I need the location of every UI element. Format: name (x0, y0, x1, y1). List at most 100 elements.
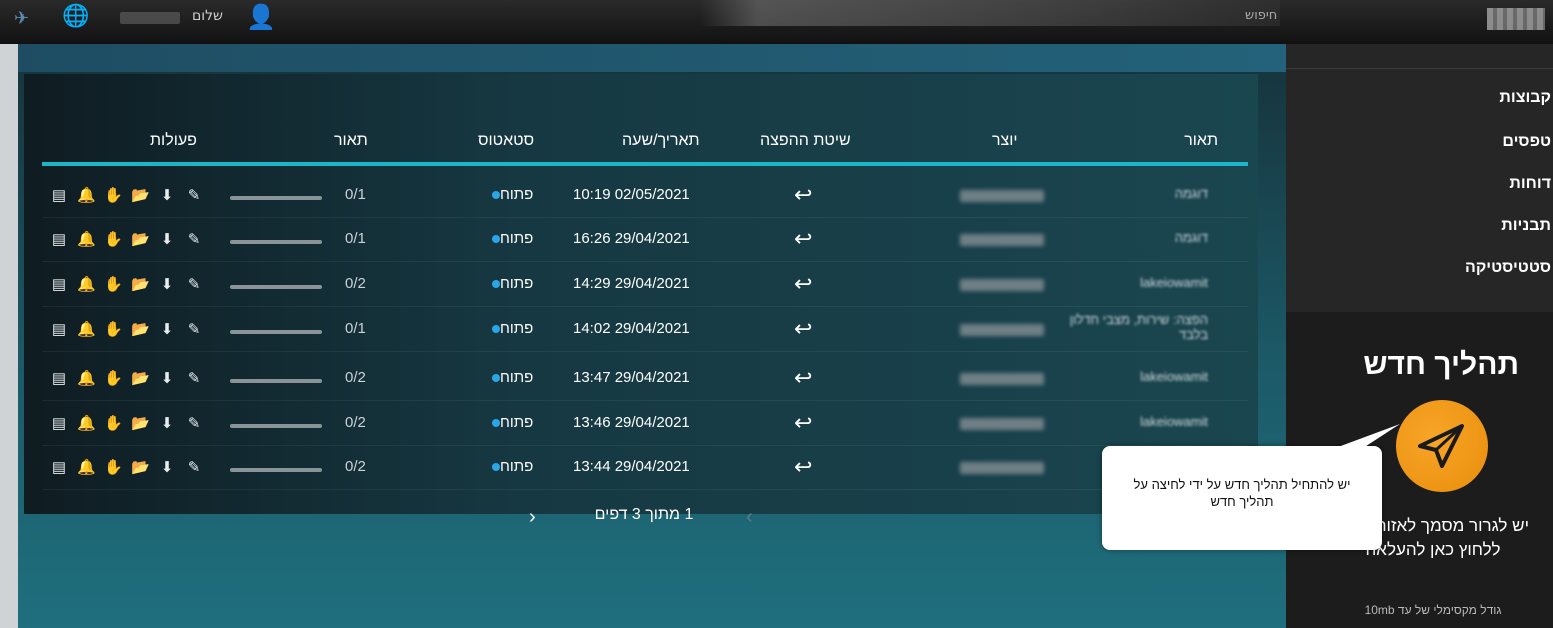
sidebar-item-groups[interactable]: קבוצות (1499, 89, 1551, 107)
hand-icon[interactable]: ✋ (104, 186, 123, 204)
col-header-creator[interactable]: יוצר (992, 132, 1018, 150)
search-area[interactable] (700, 0, 1280, 26)
row-count: 0/2 (345, 369, 366, 386)
row-count: 0/1 (345, 186, 366, 203)
archive-icon[interactable]: ▤ (50, 320, 68, 338)
edit-icon[interactable]: ✎ (185, 320, 203, 338)
reply-arrow-icon: ↩ (794, 226, 813, 251)
row-datetime: 13:46 29/04/2021 (573, 414, 690, 431)
sidebar-item-statistics[interactable]: סטטיסטיקה (1465, 259, 1551, 277)
download-icon[interactable]: ⬇ (158, 369, 176, 387)
col-header-method[interactable]: שיטת ההפצה (760, 132, 851, 150)
edit-icon[interactable]: ✎ (185, 186, 203, 204)
archive-icon[interactable]: ▤ (50, 275, 68, 293)
logo (1487, 8, 1545, 30)
progress-bar (230, 424, 322, 428)
bell-icon[interactable]: 🔔 (77, 186, 96, 204)
folder-icon[interactable]: 📂 (131, 369, 150, 387)
bell-icon[interactable]: 🔔 (77, 414, 96, 432)
row-creator-blurred (960, 190, 1044, 202)
row-status: פתוח (484, 414, 533, 431)
archive-icon[interactable]: ▤ (50, 369, 68, 387)
table-row[interactable]: lakeiowamit ↩ 13:47 29/04/2021 פתוח 0/2 … (42, 357, 1248, 401)
folder-icon[interactable]: 📂 (131, 414, 150, 432)
download-icon[interactable]: ⬇ (158, 275, 176, 293)
col-header-status[interactable]: סטאטוס (478, 132, 534, 150)
progress-bar (230, 285, 322, 289)
status-text: פתוח (500, 414, 534, 431)
download-icon[interactable]: ⬇ (158, 414, 176, 432)
edit-icon[interactable]: ✎ (185, 369, 203, 387)
row-actions: ▤ 🔔 ✋ 📂 ⬇ ✎ (50, 414, 203, 432)
bell-icon[interactable]: 🔔 (77, 275, 96, 293)
bell-icon[interactable]: 🔔 (77, 458, 96, 476)
row-actions: ▤ 🔔 ✋ 📂 ⬇ ✎ (50, 275, 203, 293)
row-actions: ▤ 🔔 ✋ 📂 ⬇ ✎ (50, 230, 203, 248)
table-row[interactable]: הפצה: שירות, מצבי חדלון בלבד ↩ 14:02 29/… (42, 308, 1248, 352)
folder-icon[interactable]: 📂 (131, 320, 150, 338)
archive-icon[interactable]: ▤ (50, 414, 68, 432)
globe-icon[interactable]: 🌐 (62, 4, 89, 29)
progress-bar (230, 196, 322, 200)
folder-icon[interactable]: 📂 (131, 230, 150, 248)
sidebar-item-reports[interactable]: דוחות (1509, 175, 1551, 193)
row-description[interactable]: דוגמה (1058, 230, 1208, 245)
hand-icon[interactable]: ✋ (104, 320, 123, 338)
row-description[interactable]: lakeiowamit (1058, 369, 1208, 384)
folder-icon[interactable]: 📂 (131, 458, 150, 476)
hand-icon[interactable]: ✋ (104, 275, 123, 293)
row-description[interactable]: lakeiowamit (1058, 414, 1208, 429)
bell-icon[interactable]: 🔔 (77, 230, 96, 248)
table-row[interactable]: lakeiowamit ↩ 13:46 29/04/2021 פתוח 0/2 … (42, 402, 1248, 446)
row-description[interactable]: הפצה: שירות, מצבי חדלון בלבד (1058, 312, 1208, 342)
hand-icon[interactable]: ✋ (104, 458, 123, 476)
hand-icon[interactable]: ✋ (104, 414, 123, 432)
col-header-description[interactable]: תאור (1184, 132, 1218, 150)
status-text: פתוח (500, 320, 534, 337)
edit-icon[interactable]: ✎ (185, 414, 203, 432)
hand-icon[interactable]: ✋ (104, 369, 123, 387)
col-header-desc2[interactable]: תאור (334, 132, 368, 150)
edit-icon[interactable]: ✎ (185, 458, 203, 476)
row-description[interactable]: דוגמה (1058, 186, 1208, 201)
username-blurred (120, 12, 180, 24)
download-icon[interactable]: ⬇ (158, 186, 176, 204)
bell-icon[interactable]: 🔔 (77, 369, 96, 387)
row-creator-blurred (960, 234, 1044, 246)
page-info: 1 מתוך 3 דפים (594, 506, 694, 523)
row-count: 0/2 (345, 414, 366, 431)
table-row[interactable]: דוגמה ↩ 10:19 02/05/2021 פתוח 0/1 ▤ 🔔 ✋ 📂 ⬇ ✎ (42, 174, 1248, 218)
progress-bar (230, 468, 322, 472)
row-status: פתוח (484, 458, 533, 475)
top-bar: ✈ 🌐 שלום 👤 חיפוש (0, 0, 1553, 44)
header-underline (42, 162, 1248, 166)
next-page-button[interactable]: › (529, 506, 536, 529)
row-actions: ▤ 🔔 ✋ 📂 ⬇ ✎ (50, 320, 203, 338)
prev-page-button[interactable]: ‹ (746, 506, 753, 529)
hand-icon[interactable]: ✋ (104, 230, 123, 248)
archive-icon[interactable]: ▤ (50, 230, 68, 248)
row-description[interactable]: lakeiowamit (1058, 275, 1208, 290)
folder-icon[interactable]: 📂 (131, 186, 150, 204)
download-icon[interactable]: ⬇ (158, 458, 176, 476)
edit-icon[interactable]: ✎ (185, 230, 203, 248)
table-row[interactable]: lakeiowamit ↩ 13:44 29/04/2021 פתוח 0/2 … (42, 446, 1248, 490)
row-datetime: 10:19 02/05/2021 (573, 186, 690, 203)
pin-icon[interactable]: ✈ (14, 8, 29, 29)
row-count: 0/1 (345, 320, 366, 337)
archive-icon[interactable]: ▤ (50, 186, 68, 204)
col-header-datetime[interactable]: תאריך/שעה (622, 132, 700, 150)
table-row[interactable]: דוגמה ↩ 16:26 29/04/2021 פתוח 0/1 ▤ 🔔 ✋ 📂 ⬇ ✎ (42, 218, 1248, 262)
table-row[interactable]: lakeiowamit ↩ 14:29 29/04/2021 פתוח 0/2 … (42, 263, 1248, 307)
main-header-strip (18, 44, 1286, 72)
edit-icon[interactable]: ✎ (185, 275, 203, 293)
blue-dot-icon (492, 280, 500, 288)
folder-icon[interactable]: 📂 (131, 275, 150, 293)
download-icon[interactable]: ⬇ (158, 320, 176, 338)
sidebar-item-templates[interactable]: תבניות (1501, 217, 1551, 235)
bell-icon[interactable]: 🔔 (77, 320, 96, 338)
sidebar-item-forms[interactable]: טפסים (1502, 133, 1551, 151)
user-icon[interactable]: 👤 (246, 3, 276, 31)
archive-icon[interactable]: ▤ (50, 458, 68, 476)
download-icon[interactable]: ⬇ (158, 230, 176, 248)
